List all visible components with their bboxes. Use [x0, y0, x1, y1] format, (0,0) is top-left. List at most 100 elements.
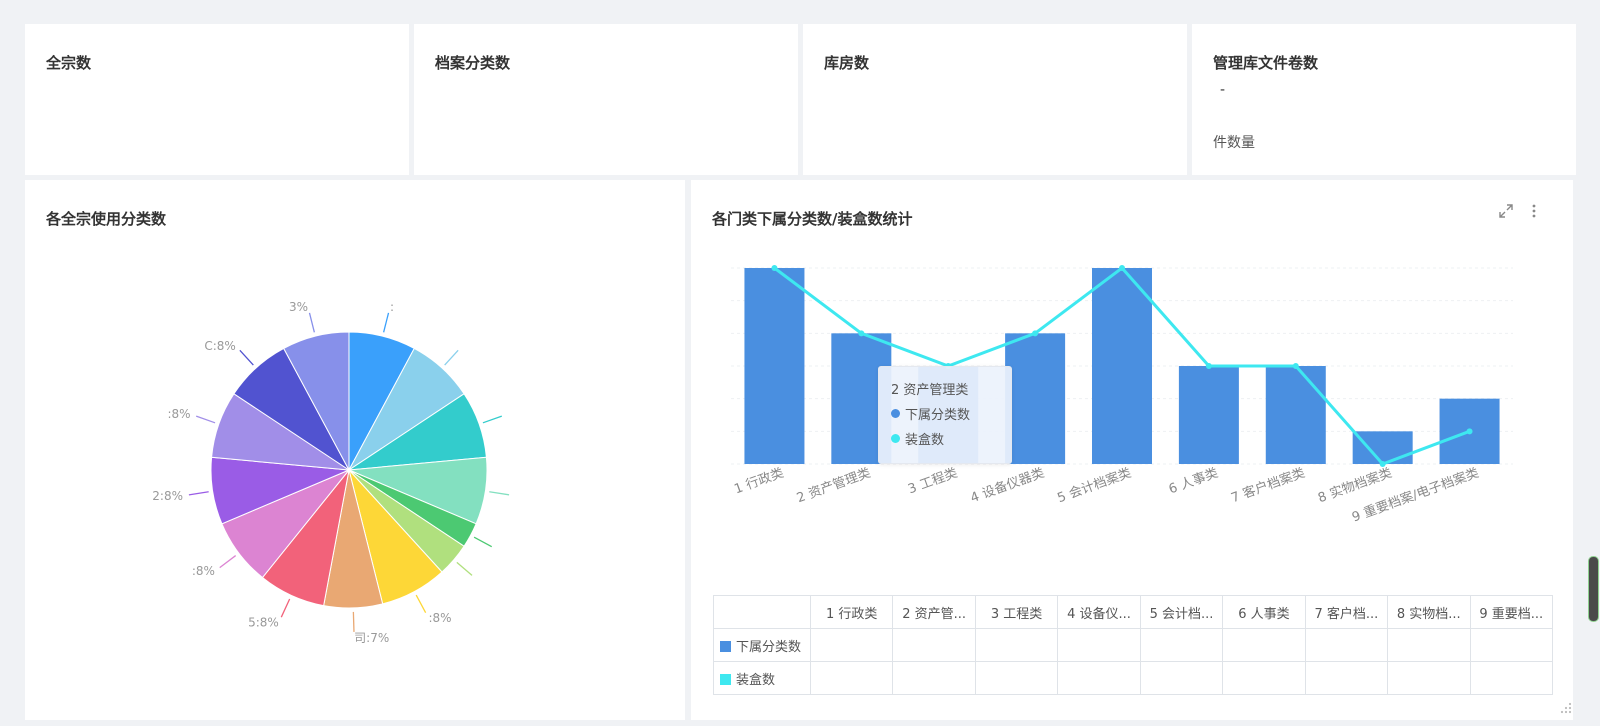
kpi-card-categories: 档案分类数	[414, 24, 798, 175]
tooltip-label: 下属分类数	[905, 408, 971, 423]
table-cell	[1057, 661, 1141, 695]
column-header: 6 人事类	[1222, 595, 1306, 629]
table-corner	[713, 595, 811, 629]
pie-label: :8%	[167, 407, 190, 421]
bar[interactable]	[1092, 268, 1152, 464]
x-tick-label: 6 人事类	[1167, 466, 1220, 498]
kpi-card-storerooms: 库房数	[803, 24, 1187, 175]
x-tick-label: 4 设备仪器类	[968, 465, 1046, 507]
table-cell	[974, 661, 1059, 695]
column-header: 9 重要档...	[1469, 595, 1553, 629]
table-cell	[1387, 661, 1471, 695]
line-point[interactable]	[858, 330, 865, 337]
pie-leader-line	[473, 536, 493, 548]
x-tick-label: 7 客户档案类	[1229, 465, 1307, 507]
table-row: 下属分类数	[713, 628, 1553, 662]
table-cell	[809, 628, 894, 662]
column-header: 8 实物档...	[1387, 595, 1471, 629]
tooltip-row: 装盒数	[891, 429, 1011, 448]
column-header: 7 客户档...	[1304, 595, 1389, 629]
line-point[interactable]	[1032, 330, 1039, 337]
line-point[interactable]	[771, 265, 778, 271]
pie-leader-line	[489, 491, 510, 496]
x-tick-label: 1 行政类	[732, 466, 785, 498]
kpi-title: 全宗数	[46, 54, 92, 72]
table-cell	[1387, 628, 1471, 662]
table-cell	[974, 628, 1059, 662]
chart-tooltip: 2 资产管理类 下属分类数 装盒数	[878, 366, 1012, 464]
bar-line-chart: 1 行政类 2 资产管理类 3 工程类 4 设备仪器类 5 会计档案类 6 人事类 7 客户…	[731, 265, 1513, 526]
line-point[interactable]	[1292, 363, 1299, 369]
more-vertical-icon[interactable]	[1526, 203, 1542, 219]
pie-leader-line	[308, 312, 315, 333]
table-cell	[1304, 628, 1389, 662]
series-dot-icon	[891, 409, 900, 418]
bar[interactable]	[744, 268, 805, 464]
table-cell	[1057, 628, 1141, 662]
kpi-title: 管理库文件卷数	[1213, 54, 1319, 72]
column-header: 5 会计档...	[1139, 595, 1224, 629]
row-header: 装盒数	[713, 661, 811, 695]
pie-label: C:8%	[204, 339, 235, 353]
kpi-card-fonds: 全宗数	[25, 24, 409, 175]
pie-leader-line	[444, 349, 459, 366]
resize-grip-icon[interactable]	[1558, 700, 1572, 714]
pie-leader-line	[352, 611, 355, 632]
pie-label: 5:8%	[248, 616, 279, 630]
pie-label: 3%	[289, 300, 308, 314]
table-cell	[1469, 661, 1553, 695]
kpi-title: 库房数	[824, 54, 870, 72]
kpi-card-volumes: 管理库文件卷数 - 件数量	[1192, 24, 1576, 175]
x-tick-label: 2 资产管理类	[795, 466, 873, 507]
pie-label: :8%	[428, 611, 451, 625]
data-table: 1 行政类 2 资产管... 3 工程类 4 设备仪... 5 会计档... 6…	[713, 595, 1553, 695]
column-header: 4 设备仪...	[1057, 595, 1141, 629]
column-header: 2 资产管...	[892, 595, 976, 629]
bar[interactable]	[1005, 333, 1066, 464]
expand-icon[interactable]	[1498, 203, 1514, 219]
line-point[interactable]	[1205, 363, 1212, 369]
line-point[interactable]	[1466, 428, 1473, 435]
pie-leader-line	[415, 594, 427, 614]
column-header: 3 工程类	[974, 595, 1059, 629]
legend-swatch-icon	[720, 673, 731, 685]
table-cell	[1222, 661, 1306, 695]
pie-leader-line	[383, 312, 390, 333]
pie-label: 司:7%	[354, 631, 389, 645]
page-scrollbar[interactable]	[1588, 556, 1599, 622]
pie-leader-line	[219, 555, 237, 569]
kpi-subtitle: 件数量	[1213, 135, 1255, 151]
row-label: 装盒数	[736, 672, 776, 688]
table-cell	[1469, 628, 1553, 662]
table-cell	[1139, 661, 1224, 695]
table-cell	[892, 661, 976, 695]
pie-leader-line	[482, 415, 503, 424]
table-cell	[1139, 628, 1224, 662]
legend-swatch-icon	[720, 640, 731, 652]
pie-label: 2:8%	[152, 489, 183, 503]
tooltip-title: 2 资产管理类	[891, 383, 969, 398]
row-label: 下属分类数	[736, 639, 802, 655]
pie-chart: ::8%司:7%5:8%:8%2:8%:8%C:8%3%	[152, 300, 510, 645]
row-header: 下属分类数	[713, 628, 811, 662]
bar[interactable]	[1352, 431, 1413, 464]
line-point[interactable]	[1379, 461, 1386, 467]
x-tick-label: 5 会计档案类	[1055, 466, 1133, 507]
table-header-row: 1 行政类 2 资产管... 3 工程类 4 设备仪... 5 会计档... 6…	[713, 595, 1553, 629]
line-point[interactable]	[1119, 265, 1125, 271]
pie-leader-line	[239, 349, 254, 366]
pie-leader-line	[280, 598, 291, 618]
column-header: 1 行政类	[809, 595, 894, 629]
kpi-title: 档案分类数	[435, 54, 511, 72]
bar[interactable]	[1265, 366, 1326, 464]
tooltip-label: 装盒数	[905, 433, 945, 448]
table-row: 装盒数	[713, 661, 1553, 695]
pie-label: :	[390, 300, 394, 314]
table-cell	[809, 661, 894, 695]
tooltip-row: 下属分类数	[891, 404, 1011, 423]
pie-leader-line	[195, 415, 216, 424]
table-cell	[1222, 628, 1306, 662]
bar[interactable]	[1178, 366, 1239, 464]
x-tick-label: 3 工程类	[906, 466, 959, 498]
table-cell	[892, 628, 976, 662]
